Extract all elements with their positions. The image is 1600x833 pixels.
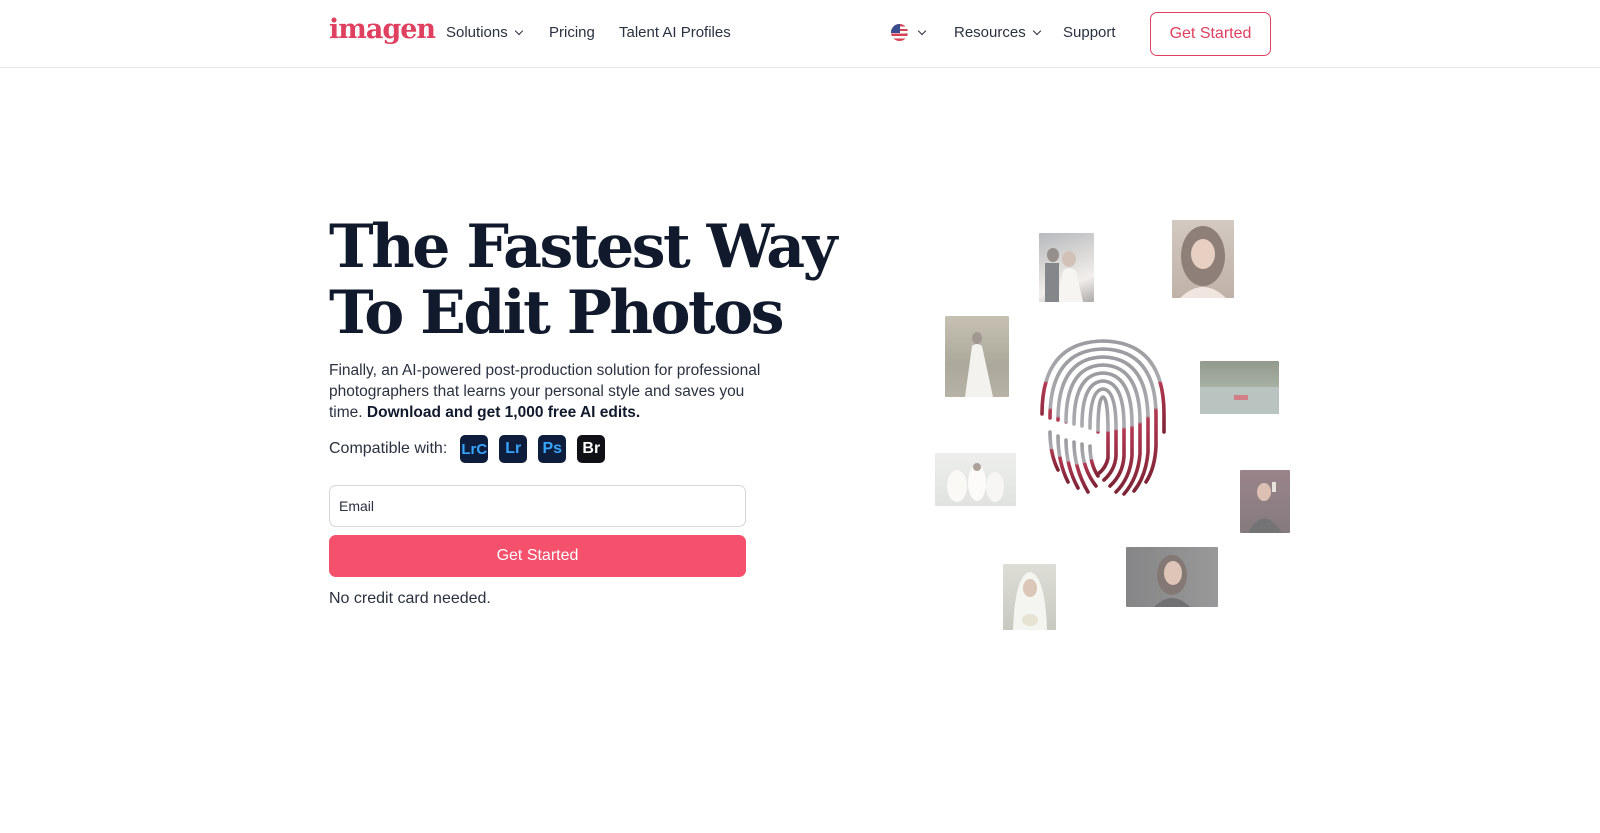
- imagen-logo[interactable]: imagen: [329, 14, 436, 45]
- nav-talent-label: Talent AI Profiles: [619, 24, 731, 41]
- photo-bridal-party: [935, 453, 1016, 506]
- photo-bridal-party-art: [947, 463, 1004, 502]
- nav-support-label: Support: [1063, 24, 1116, 41]
- photo-groom: [1240, 470, 1290, 533]
- headline-line-2: To Edit Photos: [329, 278, 785, 348]
- nav-resources[interactable]: Resources: [954, 24, 1041, 41]
- photo-woman-portrait: [1172, 220, 1234, 298]
- nav-solutions-label: Solutions: [446, 24, 508, 41]
- nav-solutions[interactable]: Solutions: [446, 24, 523, 41]
- photo-woman-laughing: [1126, 547, 1218, 607]
- nav-talent-ai-profiles[interactable]: Talent AI Profiles: [619, 24, 731, 41]
- chevron-down-icon: [514, 26, 523, 35]
- photo-lake-boat-art: [1200, 387, 1279, 414]
- photo-woman-laughing-art: [1154, 555, 1190, 607]
- nav-support[interactable]: Support: [1063, 24, 1116, 41]
- hero-headline: The Fastest Way To Edit Photos: [329, 214, 849, 346]
- compatible-label: Compatible with:: [329, 440, 448, 457]
- lightroom-classic-icon: LrC: [460, 435, 489, 463]
- chevron-down-icon: [1032, 26, 1041, 35]
- photo-woman-portrait-art: [1180, 226, 1226, 298]
- lightroom-icon: Lr: [499, 435, 528, 463]
- compatible-apps: Compatible with: LrC Lr Ps Br: [329, 435, 616, 463]
- photo-bride-veil-art: [1013, 572, 1047, 630]
- photoshop-icon: Ps: [538, 435, 567, 463]
- us-flag-icon: [891, 24, 908, 41]
- header-get-started-button[interactable]: Get Started: [1150, 12, 1271, 56]
- site-header: imagen Solutions Pricing Talent AI Profi…: [0, 0, 1600, 68]
- fingerprint-icon: [1040, 339, 1166, 496]
- hero-get-started-button[interactable]: Get Started: [329, 535, 746, 577]
- nav-pricing[interactable]: Pricing: [549, 24, 595, 41]
- email-input[interactable]: [329, 485, 746, 527]
- headline-line-1: The Fastest Way: [329, 212, 838, 282]
- nav-resources-label: Resources: [954, 24, 1026, 41]
- photo-bride-veil: [1003, 564, 1056, 630]
- photo-wedding-couple-art: [1045, 248, 1083, 302]
- photo-lake-boat: [1200, 361, 1279, 414]
- nav-pricing-label: Pricing: [549, 24, 595, 41]
- bridge-icon: Br: [577, 435, 606, 463]
- language-selector[interactable]: [891, 24, 927, 41]
- no-credit-card-note: No credit card needed.: [329, 590, 491, 607]
- chevron-down-icon: [917, 26, 927, 35]
- hero-description: Finally, an AI-powered post-production s…: [329, 360, 779, 423]
- photo-bride-field: [945, 316, 1009, 397]
- photo-wedding-couple: [1039, 233, 1094, 302]
- photo-bride-field-art: [965, 332, 993, 397]
- photo-groom-art: [1248, 482, 1282, 533]
- hero-description-offer: Download and get 1,000 free AI edits.: [366, 404, 641, 421]
